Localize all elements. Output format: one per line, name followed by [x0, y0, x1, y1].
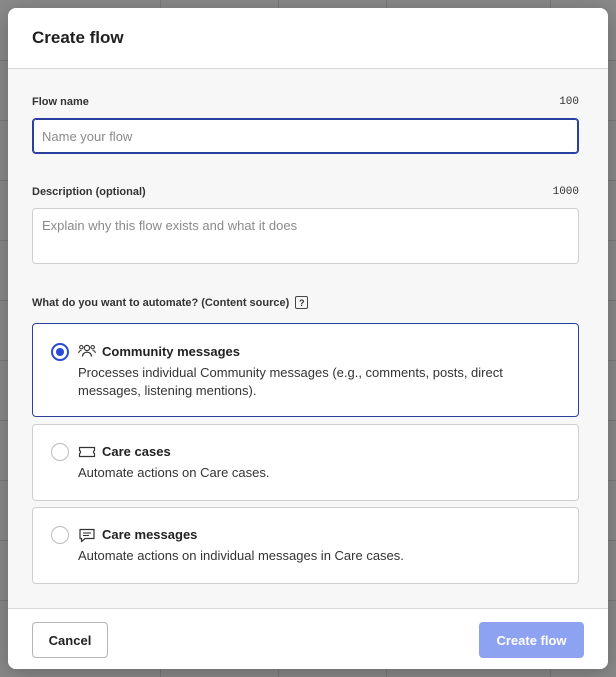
radio-care-messages[interactable] — [51, 526, 69, 544]
option-community-messages[interactable]: Community messages Processes individual … — [32, 323, 579, 417]
content-source-question: What do you want to automate? (Content s… — [32, 296, 290, 309]
option-care-messages[interactable]: Care messages Automate actions on indivi… — [32, 507, 579, 584]
help-icon[interactable]: ? — [295, 296, 309, 309]
option-description: Processes individual Community messages … — [78, 365, 503, 398]
create-flow-dialog: Create flow Flow name 100 Description (o… — [8, 8, 608, 669]
content-source-question-row: What do you want to automate? (Content s… — [32, 296, 309, 309]
community-icon — [78, 344, 96, 357]
flow-name-label: Flow name — [32, 96, 89, 108]
dialog-title: Create flow — [32, 28, 124, 47]
create-flow-button[interactable]: Create flow — [479, 622, 584, 658]
description-label-row: Description (optional) 1000 — [32, 186, 579, 198]
description-label: Description (optional) — [32, 186, 146, 198]
option-description: Automate actions on Care cases. — [78, 465, 270, 480]
dialog-body: Flow name 100 Description (optional) 100… — [8, 69, 608, 608]
message-icon — [79, 528, 95, 543]
flow-name-char-limit: 100 — [559, 96, 579, 108]
dialog-header: Create flow — [8, 8, 608, 69]
option-care-cases[interactable]: Care cases Automate actions on Care case… — [32, 424, 579, 501]
flow-name-label-row: Flow name 100 — [32, 96, 579, 108]
option-title: Community messages — [102, 344, 240, 359]
radio-care-cases[interactable] — [51, 443, 69, 461]
option-title: Care cases — [102, 444, 171, 459]
description-char-limit: 1000 — [552, 186, 579, 198]
ticket-icon — [78, 446, 96, 458]
cancel-button[interactable]: Cancel — [32, 622, 108, 658]
option-description: Automate actions on individual messages … — [78, 548, 404, 563]
flow-name-input[interactable] — [32, 118, 579, 154]
radio-community-messages[interactable] — [51, 343, 69, 361]
dialog-footer: Cancel Create flow — [8, 608, 608, 669]
description-textarea[interactable] — [32, 208, 579, 264]
option-title: Care messages — [102, 527, 198, 542]
